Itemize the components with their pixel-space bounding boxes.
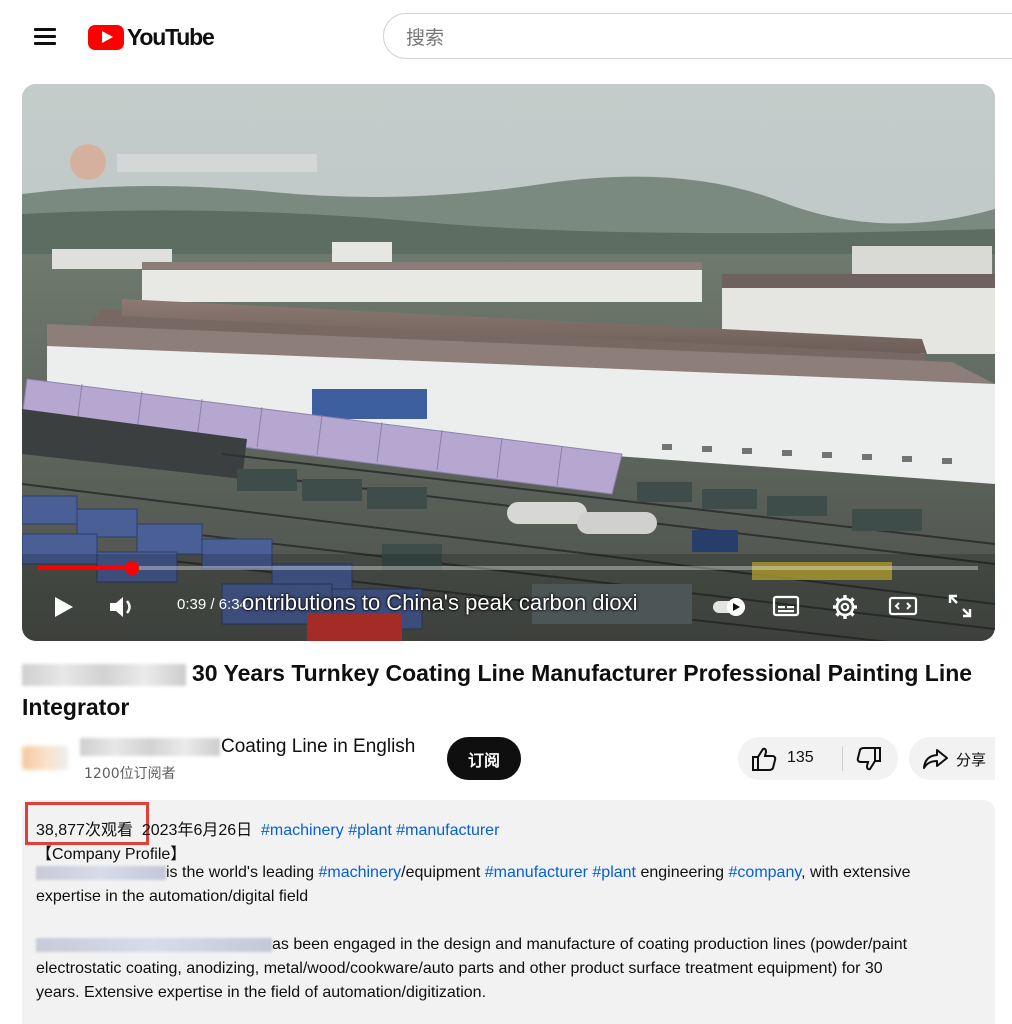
progress-scrubber[interactable]: [125, 561, 139, 575]
theater-icon: [888, 596, 918, 616]
search-input[interactable]: [404, 24, 968, 52]
play-button[interactable]: [50, 594, 76, 620]
caption-text: ontributions to China's peak carbon diox…: [242, 590, 638, 616]
caption-tail: [780, 597, 792, 601]
share-button[interactable]: 分享: [909, 737, 995, 780]
redacted-company-name: [36, 937, 272, 952]
volume-icon: [110, 597, 131, 617]
dislike-button[interactable]: [843, 737, 898, 780]
top-bar: YouTube: [0, 0, 1012, 72]
share-icon: [923, 749, 948, 769]
logo-text: YouTube: [127, 23, 215, 50]
hashtag-link[interactable]: #company: [729, 864, 802, 881]
subscriber-count: 1200位订阅者: [84, 766, 176, 782]
progress-bar[interactable]: [38, 566, 978, 570]
menu-icon[interactable]: [30, 22, 60, 52]
fullscreen-button[interactable]: [946, 592, 974, 620]
theater-mode-button[interactable]: [888, 594, 918, 618]
thumbs-down-icon: [856, 747, 881, 771]
description-line: years. Extensive expertise in the field …: [36, 984, 487, 1001]
redacted-title-prefix: [22, 663, 186, 686]
view-count: 38,877次观看: [36, 822, 133, 839]
gear-icon: [833, 595, 857, 619]
channel-name[interactable]: Coating Line in English: [221, 736, 415, 758]
hashtag-link[interactable]: #machinery: [261, 822, 344, 839]
share-label: 分享: [956, 751, 987, 769]
hashtag-link[interactable]: #machinery: [318, 864, 401, 881]
video-title: 30 Years Turnkey Coating Line Manufactur…: [22, 656, 997, 724]
search-box[interactable]: [383, 13, 1012, 59]
settings-button[interactable]: [830, 592, 860, 622]
video-player[interactable]: 0:39 / 6:34 ontributions to China's peak…: [22, 84, 995, 641]
progress-fill: [38, 566, 132, 570]
description-meta: 38,877次观看 2023年6月26日 #machinery #plant #…: [36, 816, 499, 840]
hashtag-link[interactable]: #manufacturer: [485, 864, 588, 881]
youtube-play-icon: [88, 24, 124, 50]
hashtag-link[interactable]: #manufacturer: [396, 822, 499, 839]
autoplay-icon: [713, 598, 745, 616]
time-display: 0:39 / 6:34: [177, 596, 248, 613]
description-line: is the world's leading #machinery/equipm…: [36, 864, 911, 882]
subscribe-button[interactable]: 订阅: [447, 737, 521, 780]
caption-main: ontributions to China's peak carbon diox…: [242, 590, 638, 615]
profile-heading: 【Company Profile】: [36, 846, 187, 863]
description-panel[interactable]: 38,877次观看 2023年6月26日 #machinery #plant #…: [22, 800, 995, 1024]
fullscreen-icon: [948, 594, 972, 618]
description-line: expertise in the automation/digital fiel…: [36, 888, 309, 905]
volume-button[interactable]: [107, 592, 139, 622]
upload-date: 2023年6月26日: [141, 822, 253, 839]
autoplay-toggle[interactable]: [712, 597, 748, 617]
like-count: 135: [787, 749, 814, 766]
channel-avatar[interactable]: [22, 746, 68, 770]
description-line: as been engaged in the design and manufa…: [36, 936, 907, 954]
hashtag-link[interactable]: #plant: [348, 822, 392, 839]
play-icon: [55, 597, 73, 617]
thumbs-up-icon: [752, 747, 777, 771]
video-frame: [22, 84, 995, 641]
redacted-company-name: [36, 865, 166, 880]
description-line: electrostatic coating, anodizing, metal/…: [36, 960, 883, 977]
redacted-channel-prefix: [80, 738, 220, 756]
hashtag-link[interactable]: #plant: [592, 864, 636, 881]
like-button[interactable]: 135: [738, 737, 842, 780]
like-dislike-group: 135: [738, 737, 898, 780]
youtube-logo[interactable]: YouTube: [88, 20, 215, 54]
